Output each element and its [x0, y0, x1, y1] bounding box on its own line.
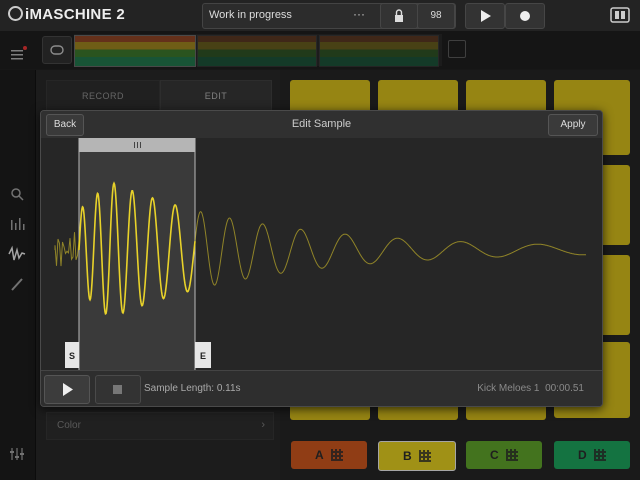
tempo-display[interactable]: 98 [417, 3, 455, 29]
project-more-button[interactable]: ··· [353, 7, 365, 21]
apply-button[interactable]: Apply [548, 114, 598, 136]
pads-view-button[interactable] [608, 6, 632, 24]
pads-view-icon [610, 7, 630, 23]
start-marker-label: S [69, 351, 75, 361]
logo-icon [8, 6, 23, 21]
preview-play-button[interactable] [44, 375, 90, 404]
sample-info: Kick Meloes 1 00:00.51 [477, 383, 584, 394]
stop-icon [113, 385, 122, 394]
preview-stop-button[interactable] [95, 375, 141, 404]
edit-sample-dialog: Edit Sample Back Apply S E Sample Length… [40, 110, 603, 407]
transport-play-button[interactable] [465, 3, 505, 29]
waveform-editor[interactable]: S E [41, 138, 602, 370]
app-logo: iMASCHINE 2 [8, 6, 125, 23]
sample-length-label: Sample Length: 0.11s [144, 383, 241, 394]
play-icon [63, 383, 73, 396]
dialog-title: Edit Sample [291, 118, 352, 130]
lock-button[interactable] [380, 3, 418, 29]
lock-icon [395, 9, 403, 22]
waveform-canvas[interactable]: S E [41, 138, 602, 370]
end-marker-label: E [200, 351, 206, 361]
sample-name: Kick Meloes 1 [477, 383, 540, 394]
logo-text: iMASCHINE 2 [25, 6, 125, 23]
play-icon [481, 10, 491, 22]
record-icon [520, 11, 530, 21]
dialog-footer: Sample Length: 0.11s Kick Meloes 1 00:00… [41, 370, 602, 406]
end-marker[interactable]: E [195, 342, 211, 368]
sample-duration: 00:00.51 [545, 383, 584, 394]
start-marker[interactable]: S [65, 342, 79, 368]
project-name: Work in progress [209, 9, 292, 21]
back-button[interactable]: Back [46, 114, 84, 136]
transport-record-button[interactable] [505, 3, 545, 29]
